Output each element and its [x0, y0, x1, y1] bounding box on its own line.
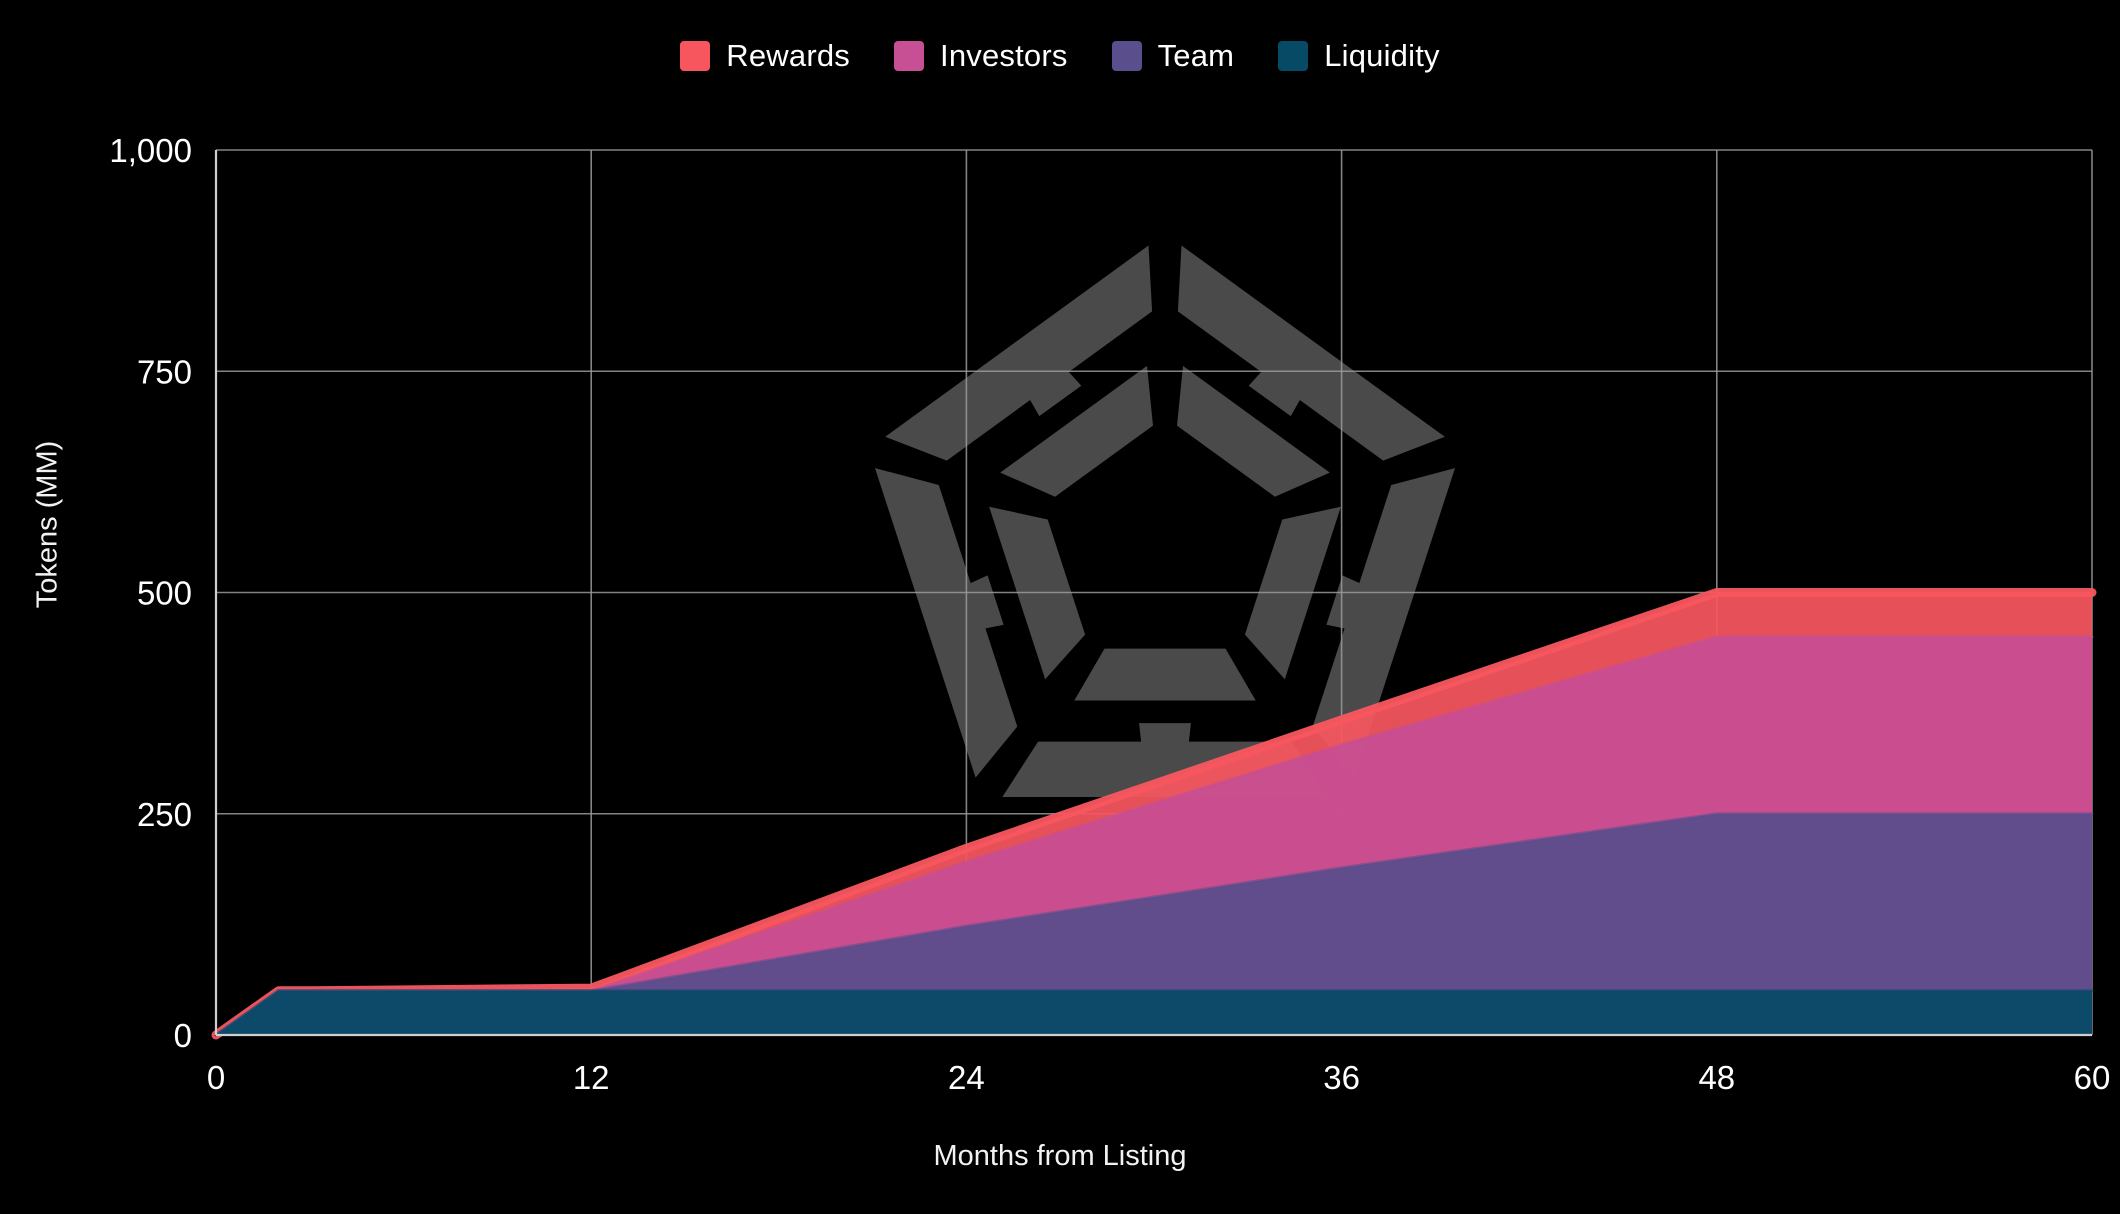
- x-tick-label: 48: [1698, 1059, 1735, 1096]
- x-axis-title: Months from Listing: [933, 1140, 1187, 1172]
- y-tick-label: 0: [174, 1017, 192, 1054]
- x-tick-label: 36: [1323, 1059, 1360, 1096]
- x-axis-tick-labels: 0 12 24 36 48 60: [207, 1059, 2111, 1096]
- y-tick-label: 750: [137, 353, 192, 390]
- y-tick-label: 500: [137, 575, 192, 612]
- x-tick-label: 12: [573, 1059, 610, 1096]
- chart-container: Rewards Investors Team Liquidity 0 250 500…: [0, 0, 2120, 1214]
- x-tick-label: 0: [207, 1059, 225, 1096]
- y-tick-label: 1,000: [109, 132, 192, 169]
- x-tick-label: 24: [948, 1059, 985, 1096]
- plot-area: 0 250 500 750 1,000 0 12 24 36 48 60 Tokens (MM) …: [0, 0, 2120, 1214]
- chart-svg: 0 250 500 750 1,000 0 12 24 36 48 60: [109, 132, 2111, 1096]
- y-axis-tick-labels: 0 250 500 750 1,000: [109, 132, 192, 1054]
- x-tick-label: 60: [2074, 1059, 2111, 1096]
- y-axis-title: Tokens (MM): [31, 440, 64, 609]
- y-tick-label: 250: [137, 796, 192, 833]
